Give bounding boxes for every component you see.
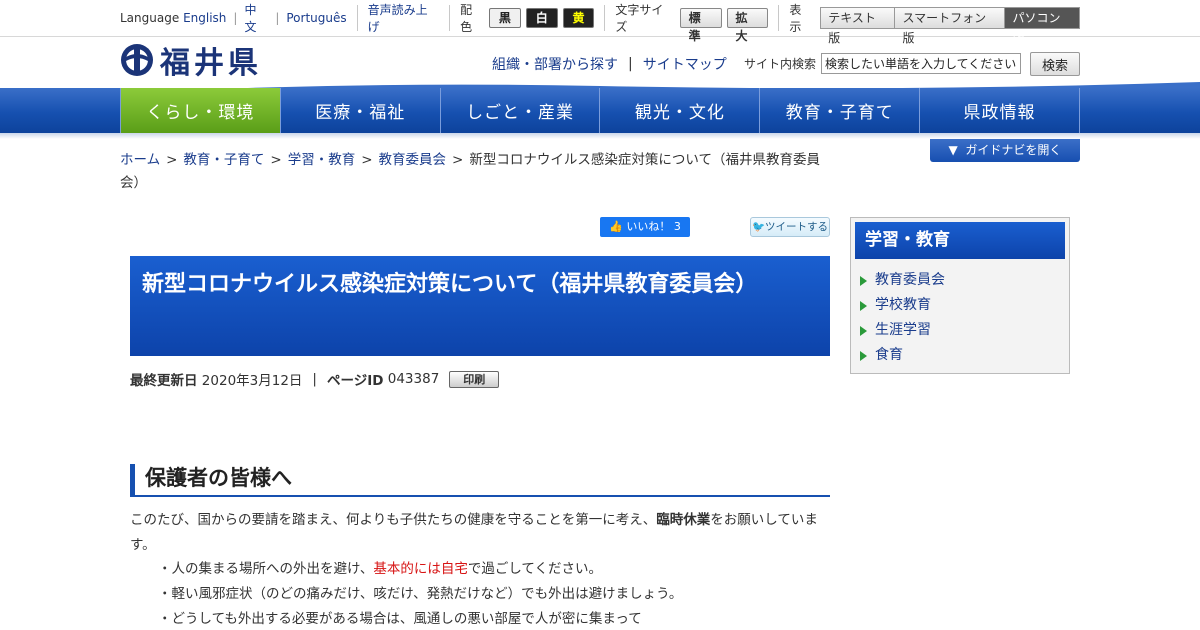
search-button[interactable]: 検索 [1030,52,1080,76]
nav-item-government[interactable]: 県政情報 [919,88,1080,133]
voice-read-link[interactable]: 音声読み上げ [368,1,440,35]
separator: | [233,11,238,25]
list-item: ・人の集まる場所への外出を避け、基本的には自宅で過ごしてください。 [158,557,682,582]
triangle-right-icon [860,300,867,311]
color-white-button[interactable]: 白 [525,8,558,28]
nav-item-medical[interactable]: 医療・福祉 [279,88,440,133]
search-label: サイト内検索 [744,57,817,71]
fontsize-standard-button[interactable]: 標準 [679,8,722,43]
divider [604,5,606,31]
nav-item-life[interactable]: くらし・環境 [120,88,280,133]
section-heading: 保護者の皆様へ [130,464,830,497]
lang-portuguese-link[interactable]: Português [286,11,346,25]
triangle-right-icon [860,350,867,361]
sidebar-item-school[interactable]: 学校教育 [860,293,1065,318]
view-pc-button[interactable]: パソコン版 [1005,7,1081,45]
separator: | [312,371,317,387]
separator: | [628,56,633,72]
pageid-value: 043387 [387,371,440,387]
breadcrumb-separator: > [452,152,464,168]
page-title: 新型コロナウイルス感染症対策について（福井県教育委員会） [130,256,830,356]
nav-item-education[interactable]: 教育・子育て [759,88,919,133]
sidebar-item-lifelong[interactable]: 生涯学習 [860,318,1065,343]
color-black-button[interactable]: 黒 [489,8,521,28]
sidebar-item-label[interactable]: 生涯学習 [875,318,931,343]
bullet-highlight: 基本的には自宅 [373,561,468,577]
tweet-label: ツイートする [765,221,829,233]
site-logo[interactable]: 福井県 [120,42,262,81]
breadcrumb-separator: > [270,152,282,168]
org-search-link[interactable]: 組織・部署から探す [492,54,618,74]
pageid-label: ページID [326,373,384,389]
list-item: ・どうしても外出する必要がある場合は、風通しの悪い部屋で人が密に集まって [158,611,642,627]
sidebar-title: 学習・教育 [855,222,1065,259]
header-links: 組織・部署から探す | サイトマップ [492,54,727,74]
global-nav: くらし・環境 医療・福祉 しごと・産業 観光・文化 教育・子育て 県政情報 [120,88,1080,133]
bullet-text: ・人の集まる場所への外出を避け、 [158,561,374,577]
lang-chinese-link[interactable]: 中文 [244,1,268,35]
breadcrumb: ホーム > 教育・子育て > 学習・教育 > 教育委員会 > 新型コロナウイルス感染症対策につい… [120,149,820,195]
view-text-button[interactable]: テキスト版 [820,7,896,45]
display-label: 表示 [789,3,802,34]
fontsize-large-button[interactable]: 拡大 [726,8,769,43]
triangle-right-icon [860,325,867,336]
updated-value: 2020年3月12日 [201,373,303,389]
logo-text: 福井県 [160,46,262,81]
facebook-like-label: いいね！ 3 [626,220,681,233]
intro-text: このたび、国からの要請を踏まえ、何よりも子供たちの健康を守ることを第一に考え、 [130,512,657,528]
prefecture-emblem-icon [121,44,153,76]
triangle-right-icon [860,275,867,286]
thumbs-up-icon: 👍 [609,220,623,233]
language-label: Language [120,11,180,25]
updated-label: 最終更新日 [130,373,198,389]
page-meta: 最終更新日 2020年3月12日 | ページID 043387 印刷 [130,369,500,389]
breadcrumb-board[interactable]: 教育委員会 [379,152,447,168]
bullet-text-end: で過ごしてください。 [467,561,603,577]
intro-paragraph: このたび、国からの要請を踏まえ、何よりも子供たちの健康を守ることを第一に考え、臨… [130,508,830,558]
guide-navi-label: ガイドナビを開く [965,143,1062,157]
divider [778,5,780,31]
tweet-button[interactable]: 🐦ツイートする [750,217,830,237]
color-label: 配色 [460,3,473,34]
sitemap-link[interactable]: サイトマップ [643,54,727,74]
search-input[interactable] [821,53,1021,74]
triangle-down-icon: ▼ [948,143,958,157]
breadcrumb-learning[interactable]: 学習・教育 [288,152,356,168]
divider [356,5,358,31]
utility-bar: Language English | 中文 | Português 音声読み上げ… [0,0,1200,45]
intro-bold-text: 臨時休業 [656,512,711,528]
sidebar-local-nav: 学習・教育 教育委員会 学校教育 生涯学習 食育 [850,217,1070,374]
fontsize-label: 文字サイズ [615,3,664,34]
nav-item-tourism[interactable]: 観光・文化 [599,88,759,133]
separator: | [275,11,280,25]
twitter-bird-icon: 🐦 [751,221,766,233]
print-button[interactable]: 印刷 [449,370,500,388]
breadcrumb-separator: > [166,152,178,168]
sidebar-item-label[interactable]: 食育 [875,343,903,368]
view-smartphone-button[interactable]: スマートフォン版 [895,7,1006,45]
sidebar-item-label[interactable]: 学校教育 [875,293,931,318]
breadcrumb-education[interactable]: 教育・子育て [183,152,264,168]
guide-navi-button[interactable]: ▼ ガイドナビを開く [930,139,1080,162]
facebook-like-button[interactable]: 👍 いいね！ 3 [600,217,690,237]
nav-item-work[interactable]: しごと・産業 [439,88,600,133]
sidebar-item-label[interactable]: 教育委員会 [875,268,945,293]
breadcrumb-separator: > [361,152,373,168]
lang-english-link[interactable]: English [183,11,226,25]
sidebar-list: 教育委員会 学校教育 生涯学習 食育 [855,268,1065,368]
sidebar-item-board[interactable]: 教育委員会 [860,268,1065,293]
sidebar-item-food[interactable]: 食育 [860,343,1065,368]
divider [449,5,451,31]
breadcrumb-home[interactable]: ホーム [120,152,160,168]
list-item: ・軽い風邪症状（のどの痛みだけ、咳だけ、発熱だけなど）でも外出は避けましょう。 [158,586,683,602]
advice-list: ・人の集まる場所への外出を避け、基本的には自宅で過ごしてください。 ・軽い風邪症… [158,557,682,630]
color-yellow-button[interactable]: 黄 [562,8,595,28]
